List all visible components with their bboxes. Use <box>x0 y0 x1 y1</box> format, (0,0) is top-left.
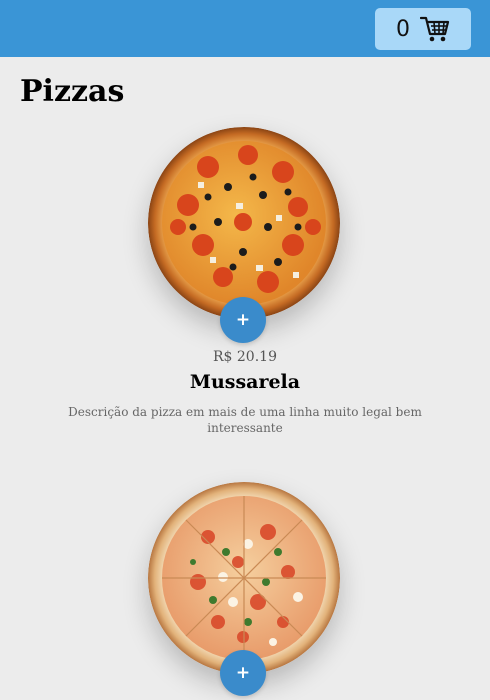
pepperoni-olive-pizza-image <box>148 127 340 319</box>
page-title: Pizzas <box>20 74 125 109</box>
cart-button[interactable]: 0 <box>375 8 471 50</box>
add-to-cart-button[interactable]: + <box>220 297 266 343</box>
cart-count: 0 <box>396 16 410 42</box>
top-bar: 0 <box>0 0 490 57</box>
mixed-topping-pizza-image <box>148 482 340 674</box>
pizza-price: R$ 20.19 <box>213 349 277 365</box>
add-to-cart-button[interactable]: + <box>220 650 266 696</box>
pizza-description: Descrição da pizza em mais de uma linha … <box>68 405 422 435</box>
shopping-cart-icon <box>420 15 450 43</box>
pizza-name: Mussarela <box>189 371 301 393</box>
